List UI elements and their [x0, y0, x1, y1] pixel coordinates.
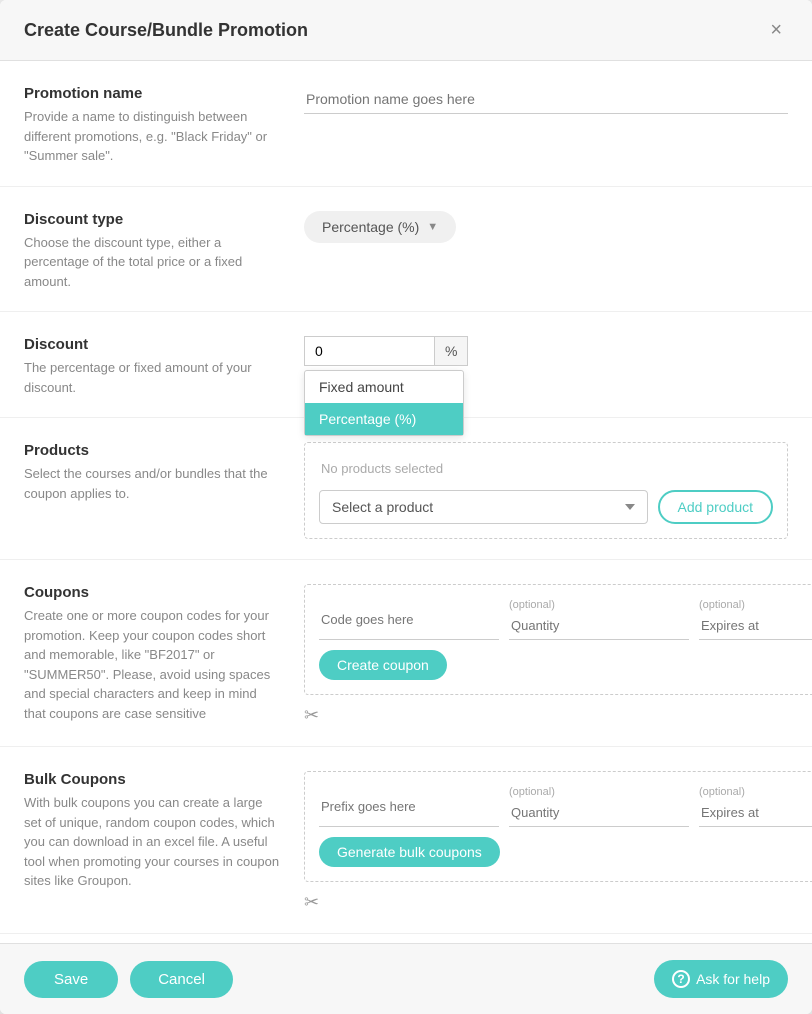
scissors-icon: ✂: [304, 705, 812, 726]
coupon-section: (optional) (optional) Create coupon: [304, 584, 812, 695]
discount-row: Discount The percentage or fixed amount …: [0, 312, 812, 418]
discount-type-desc: Choose the discount type, either a perce…: [24, 233, 280, 292]
help-icon: ?: [672, 970, 690, 988]
discount-unit: %: [434, 336, 468, 366]
create-coupon-button[interactable]: Create coupon: [319, 650, 447, 680]
coupon-expires-input[interactable]: [699, 612, 812, 640]
promotion-name-row: Promotion name Provide a name to disting…: [0, 61, 812, 187]
coupons-left: Coupons Create one or more coupon codes …: [24, 584, 304, 723]
modal-title: Create Course/Bundle Promotion: [24, 20, 308, 41]
bulk-coupons-row: Bulk Coupons With bulk coupons you can c…: [0, 747, 812, 934]
products-label: Products: [24, 442, 280, 459]
bulk-prefix-input[interactable]: [319, 786, 499, 827]
ask-for-help-button[interactable]: ? Ask for help: [654, 960, 788, 998]
bulk-coupon-section: (optional) (optional) Generate bulk coup…: [304, 771, 812, 882]
bulk-quantity-input[interactable]: [509, 799, 689, 827]
close-button[interactable]: ×: [764, 18, 788, 42]
discount-type-left: Discount type Choose the discount type, …: [24, 211, 304, 292]
promotion-name-input[interactable]: [304, 85, 788, 114]
bulk-expires-wrap: (optional): [699, 786, 812, 827]
no-products-text: No products selected: [319, 457, 773, 480]
discount-value-input[interactable]: [304, 336, 434, 366]
discount-type-selected: Percentage (%): [322, 219, 419, 235]
coupons-desc: Create one or more coupon codes for your…: [24, 606, 280, 723]
chevron-down-icon: ▼: [427, 221, 438, 233]
promotion-name-label: Promotion name: [24, 85, 280, 102]
modal-footer: Save Cancel ? Ask for help: [0, 943, 812, 1014]
bulk-expires-input[interactable]: [699, 799, 812, 827]
discount-label: Discount: [24, 336, 280, 353]
promotion-name-desc: Provide a name to distinguish between di…: [24, 107, 280, 166]
bulk-coupon-fields: (optional) (optional): [319, 786, 812, 827]
dropdown-item-fixed[interactable]: Fixed amount: [305, 371, 463, 403]
discount-type-dropdown[interactable]: Percentage (%) ▼: [304, 211, 456, 243]
generate-bulk-coupons-button[interactable]: Generate bulk coupons: [319, 837, 500, 867]
bulk-coupons-desc: With bulk coupons you can create a large…: [24, 793, 280, 891]
coupon-fields: (optional) (optional): [319, 599, 812, 640]
discount-input-row: % Fixed amount Percentage (%): [304, 336, 788, 366]
coupons-label: Coupons: [24, 584, 280, 601]
dropdown-item-percentage[interactable]: Percentage (%): [305, 403, 463, 435]
discount-type-row: Discount type Choose the discount type, …: [0, 187, 812, 313]
coupons-right: (optional) (optional) Create coupon ✂: [304, 584, 812, 726]
discount-left: Discount The percentage or fixed amount …: [24, 336, 304, 397]
modal-body: Promotion name Provide a name to disting…: [0, 61, 812, 1014]
cancel-button[interactable]: Cancel: [130, 961, 233, 998]
promotion-name-left: Promotion name Provide a name to disting…: [24, 85, 304, 166]
coupons-row: Coupons Create one or more coupon codes …: [0, 560, 812, 747]
bulk-quantity-wrap: (optional): [509, 786, 689, 827]
modal-header: Create Course/Bundle Promotion ×: [0, 0, 812, 61]
coupon-expires-wrap: (optional): [699, 599, 812, 640]
bulk-coupons-right: (optional) (optional) Generate bulk coup…: [304, 771, 812, 913]
discount-desc: The percentage or fixed amount of your d…: [24, 358, 280, 397]
discount-type-right: Percentage (%) ▼: [304, 211, 788, 243]
save-button[interactable]: Save: [24, 961, 118, 998]
bulk-scissors-icon: ✂: [304, 892, 812, 913]
coupon-quantity-optional-label: (optional): [509, 599, 689, 611]
discount-type-label: Discount type: [24, 211, 280, 228]
help-btn-label: Ask for help: [696, 971, 770, 987]
footer-left: Save Cancel: [24, 961, 233, 998]
discount-type-menu: Fixed amount Percentage (%): [304, 370, 464, 436]
modal: Create Course/Bundle Promotion × Promoti…: [0, 0, 812, 1014]
products-right: No products selected Select a product Ad…: [304, 442, 788, 539]
products-left: Products Select the courses and/or bundl…: [24, 442, 304, 503]
product-select-row: Select a product Add product: [319, 490, 773, 524]
add-product-button[interactable]: Add product: [658, 490, 774, 524]
discount-right: % Fixed amount Percentage (%): [304, 336, 788, 374]
bulk-coupons-label: Bulk Coupons: [24, 771, 280, 788]
products-box: No products selected Select a product Ad…: [304, 442, 788, 539]
bulk-expires-optional-label: (optional): [699, 786, 812, 798]
product-select[interactable]: Select a product: [319, 490, 648, 524]
coupon-code-input[interactable]: [319, 599, 499, 640]
products-desc: Select the courses and/or bundles that t…: [24, 464, 280, 503]
bulk-coupons-left: Bulk Coupons With bulk coupons you can c…: [24, 771, 304, 891]
products-row: Products Select the courses and/or bundl…: [0, 418, 812, 560]
coupon-quantity-input[interactable]: [509, 612, 689, 640]
coupon-expires-optional-label: (optional): [699, 599, 812, 611]
promotion-name-right: [304, 85, 788, 114]
coupon-quantity-wrap: (optional): [509, 599, 689, 640]
bulk-quantity-optional-label: (optional): [509, 786, 689, 798]
